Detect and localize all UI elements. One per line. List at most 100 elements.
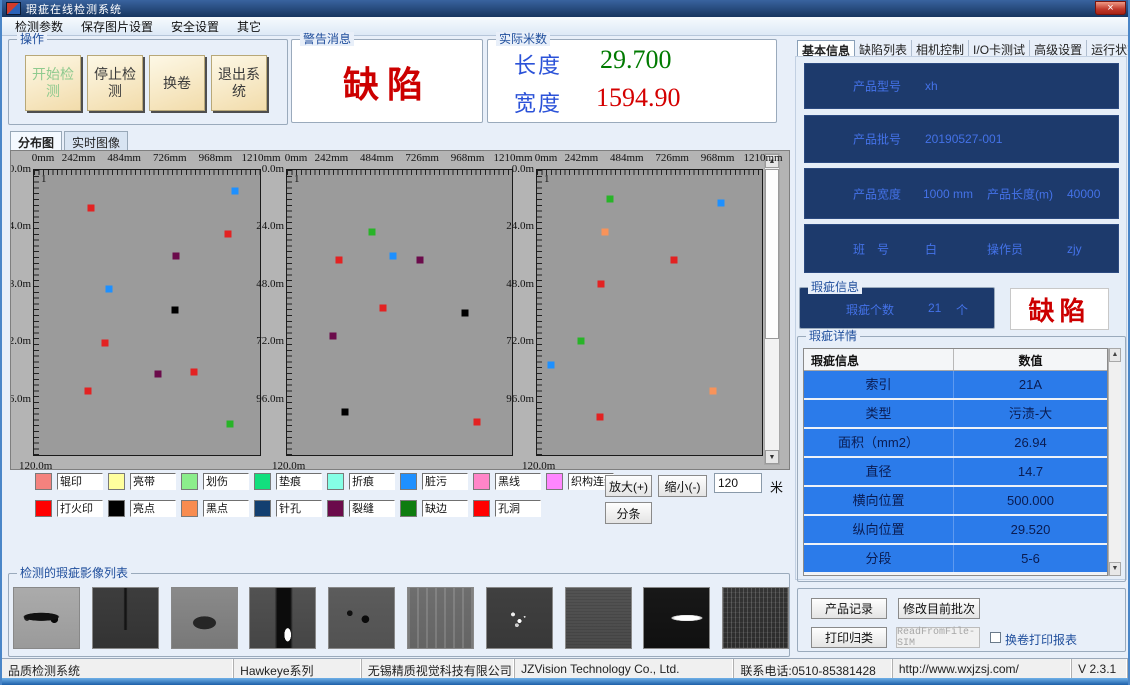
scrollbar-thumb[interactable] <box>765 169 779 339</box>
defect-point[interactable] <box>84 387 91 394</box>
print-on-roll-change-label[interactable]: 换卷打印报表 <box>1005 631 1077 648</box>
defect-point[interactable] <box>598 281 605 288</box>
defect-thumbnail[interactable] <box>722 587 789 649</box>
defect-point[interactable] <box>369 228 376 235</box>
print-classify-button[interactable]: 打印归类 <box>811 627 887 648</box>
detail-row-label: 直径 <box>804 458 954 485</box>
table-scroll-down-icon[interactable]: ▼ <box>1109 562 1121 576</box>
defect-detail-row[interactable]: 直径14.7 <box>804 458 1107 487</box>
defect-point[interactable] <box>670 257 677 264</box>
defect-thumbnail[interactable] <box>13 587 80 649</box>
product-record-button[interactable]: 产品记录 <box>811 598 887 619</box>
change-roll-button[interactable]: 换卷 <box>149 55 205 111</box>
defect-point[interactable] <box>232 188 239 195</box>
table-scroll-up-icon[interactable]: ▲ <box>1109 348 1121 362</box>
x-axis-label: 484mm <box>360 152 394 164</box>
defect-point[interactable] <box>336 257 343 264</box>
defect-thumbnail[interactable] <box>643 587 710 649</box>
defect-point[interactable] <box>718 200 725 207</box>
tab-camera-control[interactable]: 相机控制 <box>912 40 969 57</box>
defect-point[interactable] <box>380 304 387 311</box>
y-axis-label: 72.0m <box>10 335 31 347</box>
table-scrollbar[interactable]: ▲ ▼ <box>1108 348 1121 576</box>
defect-thumbnail[interactable] <box>565 587 632 649</box>
defect-alarm: 缺陷 <box>1010 288 1109 330</box>
defect-thumbnail[interactable] <box>171 587 238 649</box>
scroll-down-icon[interactable]: ▼ <box>765 450 779 464</box>
legend-label: 亮点 <box>130 500 176 517</box>
legend-swatch <box>254 500 271 517</box>
defect-point[interactable] <box>389 252 396 259</box>
modify-current-batch-button[interactable]: 修改目前批次 <box>898 598 980 619</box>
defect-point[interactable] <box>606 195 613 202</box>
meters-input[interactable] <box>714 473 762 493</box>
defect-thumbnail[interactable] <box>328 587 395 649</box>
defect-thumbnail[interactable] <box>407 587 474 649</box>
defect-thumbnail[interactable] <box>92 587 159 649</box>
defect-point[interactable] <box>577 338 584 345</box>
detail-row-label: 横向位置 <box>804 487 954 514</box>
tab-defect-list[interactable]: 缺陷列表 <box>855 40 912 57</box>
close-button[interactable]: × <box>1095 1 1126 15</box>
x-axis-label: 968mm <box>451 152 485 164</box>
defect-thumbnail[interactable] <box>486 587 553 649</box>
defect-point[interactable] <box>597 414 604 421</box>
y-axis-label: 48.0m <box>496 278 534 290</box>
plot-scrollbar[interactable]: ▲ ▼ <box>764 153 780 465</box>
start-detection-button[interactable]: 开始检测 <box>25 55 81 111</box>
zoom-out-button[interactable]: 缩小(-) <box>658 475 707 497</box>
defect-point[interactable] <box>102 340 109 347</box>
defect-point[interactable] <box>171 307 178 314</box>
legend-swatch <box>35 473 52 490</box>
tab-distribution-map[interactable]: 分布图 <box>10 131 62 150</box>
defect-detail-row[interactable]: 横向位置500.000 <box>804 487 1107 516</box>
tab-running-status[interactable]: 运行状态信息 <box>1087 40 1130 57</box>
defect-detail-row[interactable]: 分段5-6 <box>804 545 1107 574</box>
defect-point[interactable] <box>474 418 481 425</box>
menu-bar: 检测参数保存图片设置安全设置其它 <box>2 17 1128 36</box>
table-header-info: 瑕疵信息 <box>804 349 954 370</box>
defect-detail-row[interactable]: 索引21A <box>804 371 1107 400</box>
defect-detail-row[interactable]: 类型污渍-大 <box>804 400 1107 429</box>
defect-detail-row[interactable]: 纵向位置29.520 <box>804 516 1107 545</box>
defect-point[interactable] <box>601 228 608 235</box>
split-button[interactable]: 分条 <box>605 502 652 524</box>
menu-security-settings[interactable]: 安全设置 <box>162 17 228 36</box>
exit-system-button-label: 退出系统 <box>212 66 266 100</box>
shift-operator-row: 班 号 白 操作员 zjy <box>804 224 1119 273</box>
y-axis-label: 96.0m <box>10 393 31 405</box>
tab-io-card-test[interactable]: I/O卡测试 <box>969 40 1030 57</box>
defect-point[interactable] <box>154 371 161 378</box>
read-from-file-button: ReadFromFile-SIM <box>896 627 980 648</box>
menu-other[interactable]: 其它 <box>228 17 270 36</box>
menu-save-image-settings[interactable]: 保存图片设置 <box>72 17 162 36</box>
legend-label: 裂缝 <box>349 500 395 517</box>
defect-detail-row[interactable]: 面积（mm2）26.94 <box>804 429 1107 458</box>
exit-system-button[interactable]: 退出系统 <box>211 55 267 111</box>
app-icon <box>6 2 21 15</box>
defect-point[interactable] <box>227 421 234 428</box>
defect-point[interactable] <box>225 231 232 238</box>
defect-thumbnail[interactable] <box>249 587 316 649</box>
tab-basic-info[interactable]: 基本信息 <box>797 40 855 57</box>
defect-summary-label: 瑕疵信息 <box>808 280 862 294</box>
defect-point[interactable] <box>87 205 94 212</box>
defect-point[interactable] <box>106 285 113 292</box>
print-on-roll-change-checkbox[interactable] <box>990 632 1001 643</box>
defect-point[interactable] <box>190 368 197 375</box>
detail-row-label: 类型 <box>804 400 954 427</box>
defect-point[interactable] <box>329 333 336 340</box>
defect-point[interactable] <box>547 361 554 368</box>
tab-realtime-image[interactable]: 实时图像 <box>64 131 128 150</box>
defect-point[interactable] <box>416 257 423 264</box>
change-roll-button-label: 换卷 <box>163 75 191 92</box>
defect-point[interactable] <box>341 409 348 416</box>
stop-detection-button[interactable]: 停止检测 <box>87 55 143 111</box>
zoom-in-button[interactable]: 放大(+) <box>605 475 652 497</box>
defect-point[interactable] <box>172 252 179 259</box>
defect-point[interactable] <box>710 387 717 394</box>
defect-point[interactable] <box>461 309 468 316</box>
detail-row-label: 面积（mm2） <box>804 429 954 456</box>
title-bar[interactable]: 瑕疵在线检测系统 × <box>2 0 1128 17</box>
tab-advanced-settings[interactable]: 高级设置 <box>1030 40 1087 57</box>
